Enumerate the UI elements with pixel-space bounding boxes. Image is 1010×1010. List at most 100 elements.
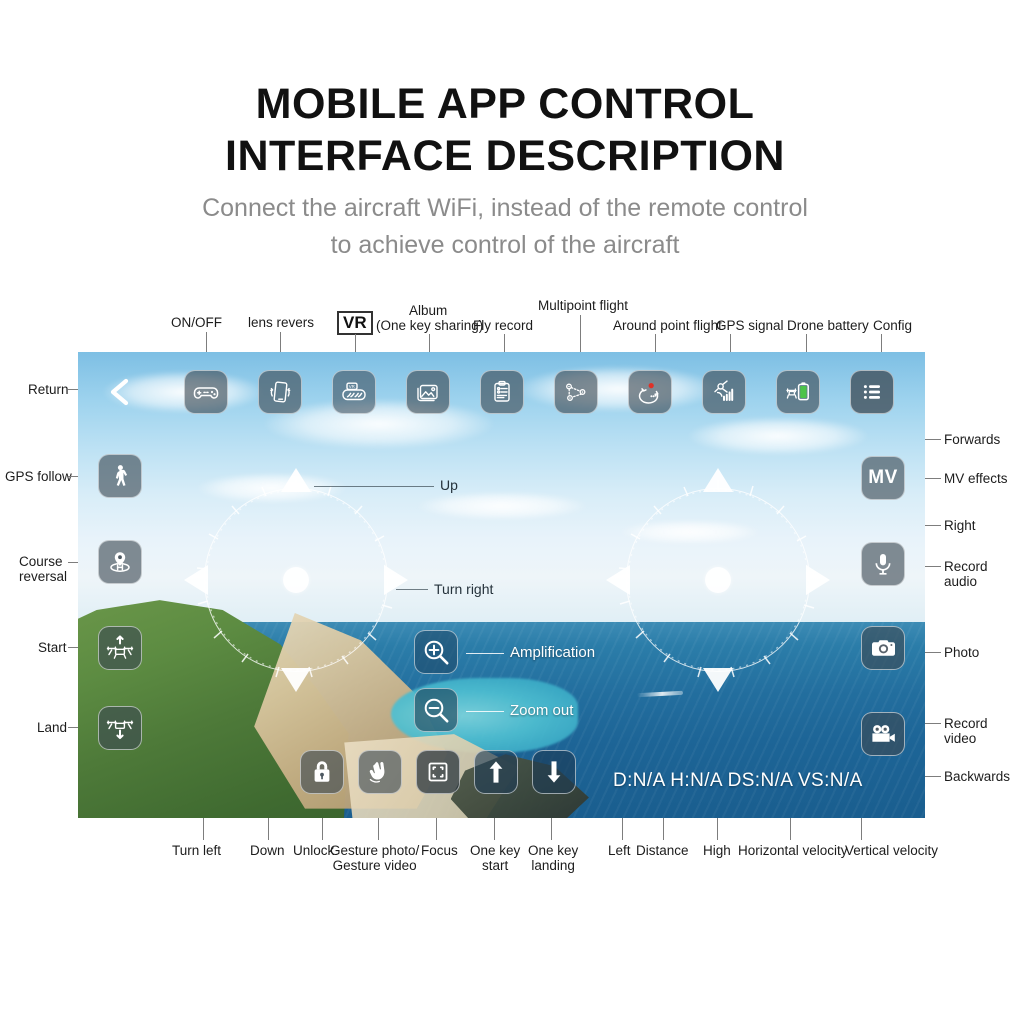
callout-vr: VR [337,311,373,335]
leader-on-off [206,332,207,352]
callout-return: Return [28,382,69,397]
leader-vr [355,334,356,352]
callout-land: Land [37,720,68,735]
video-camera-icon[interactable] [861,712,905,756]
gamepad-icon[interactable] [184,370,228,414]
home-pin-icon[interactable] [98,540,142,584]
drone-battery-icon[interactable] [776,370,820,414]
callout-one-key-start-line1: One key [470,843,521,858]
callout-one-key-landing-line2: landing [531,858,575,873]
callout-on-off: ON/OFF [171,315,222,330]
leader-horizontal-velocity [790,818,791,840]
arrow-up-icon[interactable] [474,750,518,794]
callout-album-sub: (One key sharing) [376,318,484,333]
leader-amplification [466,653,504,654]
joystick-right-arrow-icon[interactable] [384,565,408,595]
mv-effects-label: MV [868,467,898,488]
page-title-line1: MOBILE APP CONTROL [255,80,755,128]
callout-album: Album [409,303,448,318]
arrow-down-icon[interactable] [532,750,576,794]
callout-forwards: Forwards [944,432,1001,447]
callout-record-video: Record video [944,716,988,746]
leader-gps-signal [730,334,731,352]
callout-vertical-velocity: Vertical velocity [845,843,939,858]
callout-gesture-line1: Gesture photo/ [330,843,420,858]
around-point-flight-icon[interactable] [628,370,672,414]
phone-tilt-icon[interactable] [258,370,302,414]
callout-gesture-photo-video: Gesture photo/ Gesture video [330,843,419,873]
callout-gps-follow: GPS follow [5,469,72,484]
microphone-icon[interactable] [861,542,905,586]
joystick-left-arrow-icon[interactable] [606,565,630,595]
zoom-out-icon[interactable] [414,688,458,732]
callout-around-point-flight: Around point flight [613,318,722,333]
leader-lens-revers [280,332,281,352]
lock-icon[interactable] [300,750,344,794]
joystick-right-arrow-icon[interactable] [806,565,830,595]
joystick-down-arrow-icon[interactable] [281,668,311,692]
joystick-knob[interactable] [283,567,309,593]
camera-icon[interactable] [861,626,905,670]
cloud-shape [687,417,868,456]
callout-start: Start [38,640,67,655]
telemetry-readout: D:N/A H:N/A DS:N/A VS:N/A [613,770,863,791]
config-menu-icon[interactable] [850,370,894,414]
label-up: Up [440,477,458,493]
callout-high: High [703,843,731,858]
callout-focus: Focus [421,843,458,858]
callout-course-reversal-line2: reversal [19,569,68,584]
callout-course-reversal-line1: Course [19,554,63,569]
joystick-up-arrow-icon[interactable] [281,468,311,492]
vr-goggles-icon[interactable]: VR [332,370,376,414]
callout-record-video-line2: video [944,731,977,746]
zoom-in-icon[interactable] [414,630,458,674]
callout-lens-revers: lens revers [248,315,315,330]
callout-one-key-start-line2: start [482,858,509,873]
back-chevron-icon[interactable] [102,374,138,410]
page-subtitle-line1: Connect the aircraft WiFi, instead of th… [202,194,808,222]
leader-fly-record [504,334,505,352]
multipoint-flight-icon[interactable] [554,370,598,414]
leader-multipoint-flight [580,315,581,352]
label-amplification: Amplification [510,644,596,661]
leader-high [717,818,718,840]
leader-turn-right [396,589,428,590]
callout-one-key-start: One key start [470,843,520,873]
walking-person-icon[interactable] [98,454,142,498]
leader-distance [663,818,664,840]
leader-turn-left [203,818,204,840]
callout-photo: Photo [944,645,980,660]
callout-right: Right [944,518,976,533]
leader-drone-battery [806,334,807,352]
svg-text:VR: VR [349,384,355,389]
left-joystick[interactable] [184,468,408,692]
joystick-up-arrow-icon[interactable] [703,468,733,492]
leader-vertical-velocity [861,818,862,840]
album-icon[interactable] [406,370,450,414]
callout-gesture-line2: Gesture video [332,858,417,873]
fly-record-icon[interactable] [480,370,524,414]
mv-effects-icon[interactable]: MV [861,456,905,500]
drone-takeoff-icon[interactable] [98,626,142,670]
hand-peace-icon[interactable] [358,750,402,794]
leader-left [622,818,623,840]
label-turn-right: Turn right [434,581,494,597]
joystick-down-arrow-icon[interactable] [703,668,733,692]
record-dot [648,383,654,389]
callout-one-key-landing: One key landing [528,843,578,873]
page-title-line2: INTERFACE DESCRIPTION [225,132,785,180]
callout-drone-battery: Drone battery [787,318,869,333]
focus-frame-icon[interactable] [416,750,460,794]
callout-course-reversal: Course reversal [19,554,67,584]
joystick-left-arrow-icon[interactable] [184,565,208,595]
joystick-knob[interactable] [705,567,731,593]
cloud-shape [416,491,587,520]
label-zoom-out: Zoom out [510,702,574,719]
callout-horizontal-velocity: Horizontal velocity [738,843,848,858]
gps-signal-icon[interactable] [702,370,746,414]
callout-record-video-line1: Record [944,716,988,731]
cloud-shape [518,365,719,412]
right-joystick[interactable] [606,468,830,692]
drone-landing-icon[interactable] [98,706,142,750]
callout-distance: Distance [636,843,689,858]
